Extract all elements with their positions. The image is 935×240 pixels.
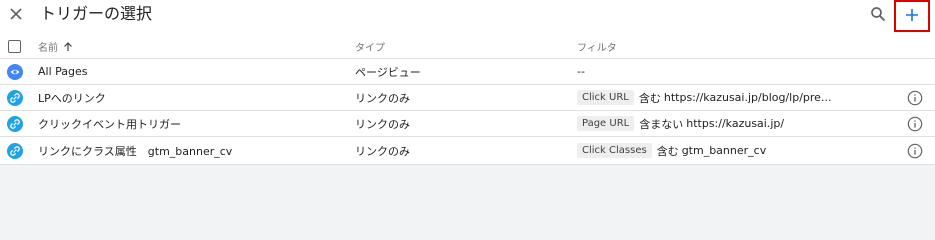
trigger-filter: Click Classes 含む gtm_banner_cv bbox=[577, 137, 766, 164]
link-icon bbox=[7, 143, 23, 159]
plus-icon bbox=[906, 9, 918, 21]
trigger-filter-none: -- bbox=[577, 65, 585, 78]
close-icon bbox=[10, 8, 22, 20]
sort-ascending-icon bbox=[63, 41, 73, 52]
table-row[interactable]: クリックイベント用トリガー リンクのみ Page URL 含まない https:… bbox=[0, 111, 935, 137]
select-all-cell bbox=[8, 35, 22, 58]
column-header-filter[interactable]: フィルタ bbox=[577, 35, 617, 58]
table-row[interactable]: LPへのリンク リンクのみ Click URL 含む https://kazus… bbox=[0, 85, 935, 111]
trigger-filter: Page URL 含まない https://kazusai.jp/ bbox=[577, 111, 784, 136]
add-trigger-button[interactable] bbox=[900, 3, 924, 27]
trigger-type: リンクのみ bbox=[355, 91, 410, 105]
search-icon bbox=[871, 7, 886, 22]
column-header-type[interactable]: タイプ bbox=[355, 35, 385, 58]
trigger-type: ページビュー bbox=[355, 65, 421, 79]
info-icon[interactable] bbox=[907, 143, 923, 159]
filter-operator: 含む bbox=[656, 144, 679, 158]
trigger-name: LPへのリンク bbox=[38, 91, 106, 105]
info-cell bbox=[907, 137, 923, 164]
filter-operator: 含まない bbox=[639, 117, 684, 131]
table-header-row: 名前 タイプ フィルタ bbox=[0, 35, 935, 59]
trigger-name: リンクにクラス属性 gtm_banner_cv bbox=[38, 144, 233, 158]
trigger-filter: Click URL 含む https://kazusai.jp/blog/lp/… bbox=[577, 85, 831, 110]
select-all-checkbox[interactable] bbox=[8, 40, 21, 53]
eye-icon bbox=[7, 64, 23, 80]
filter-variable-chip: Click URL bbox=[577, 90, 634, 105]
filter-value: https://kazusai.jp/ bbox=[686, 117, 785, 130]
filter-value: https://kazusai.jp/blog/lp/pre... bbox=[663, 91, 832, 104]
trigger-type: リンクのみ bbox=[355, 144, 410, 158]
page-title: トリガーの選択 bbox=[40, 4, 153, 23]
trigger-name: All Pages bbox=[38, 65, 88, 78]
info-cell bbox=[907, 111, 923, 136]
panel-header: トリガーの選択 bbox=[0, 0, 935, 32]
search-button[interactable] bbox=[868, 4, 888, 24]
trigger-name: クリックイベント用トリガー bbox=[38, 117, 181, 131]
column-header-name-label: 名前 bbox=[38, 43, 58, 54]
filter-variable-chip: Click Classes bbox=[577, 143, 652, 158]
filter-value: gtm_banner_cv bbox=[681, 144, 767, 157]
info-icon[interactable] bbox=[907, 90, 923, 106]
link-icon bbox=[7, 116, 23, 132]
info-icon[interactable] bbox=[907, 116, 923, 132]
column-header-name[interactable]: 名前 bbox=[38, 35, 73, 58]
filter-variable-chip: Page URL bbox=[577, 116, 635, 131]
link-icon bbox=[7, 90, 23, 106]
close-button[interactable] bbox=[6, 4, 26, 24]
trigger-type: リンクのみ bbox=[355, 117, 410, 131]
table-row[interactable]: All Pages ページビュー -- bbox=[0, 59, 935, 85]
info-cell bbox=[907, 85, 923, 110]
table-row[interactable]: リンクにクラス属性 gtm_banner_cv リンクのみ Click Clas… bbox=[0, 137, 935, 165]
filter-operator: 含む bbox=[638, 91, 661, 105]
trigger-selection-panel: トリガーの選択 名前 タイプ フィルタ All Pages ページビュー -- … bbox=[0, 0, 935, 165]
